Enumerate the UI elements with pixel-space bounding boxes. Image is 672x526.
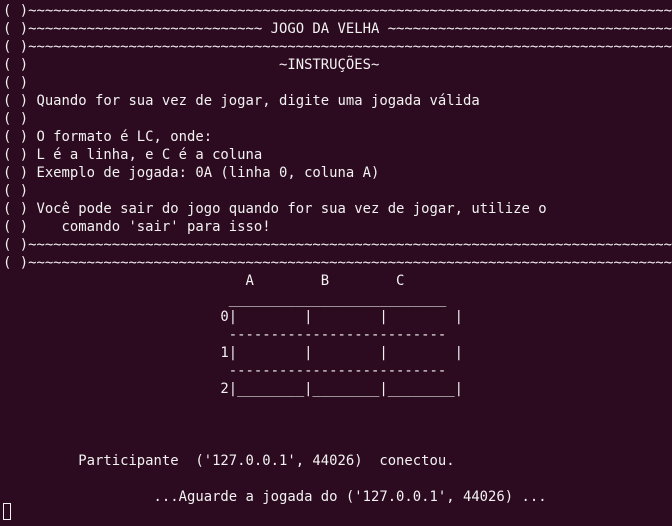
banner-blank-line: ( ) |	[3, 75, 29, 91]
banner-border: ( )~~~~~~~~~~~~~~~~~~~~~~~~~~~~~~~~~~~~~…	[3, 39, 672, 55]
board-column-headers: A B C	[3, 273, 405, 289]
terminal-cursor	[3, 503, 11, 520]
banner-top-border: ( )~~~~~~~~~~~~~~~~~~~~~~~~~~~~~~~~~~~~~…	[3, 3, 672, 19]
terminal-window[interactable]: ( )~~~~~~~~~~~~~~~~~~~~~~~~~~~~~~~~~~~~~…	[0, 0, 672, 526]
banner-border: ( )~~~~~~~~~~~~~~~~~~~~~~~~~~~~~~~~~~~~~…	[3, 237, 672, 253]
instruction-line: ( ) O formato é LC, onde: |	[3, 129, 672, 145]
instruction-line: ( ) Exemplo de jogada: 0A (linha 0, colu…	[3, 165, 672, 181]
board-row-2: 2|________|________|________|	[3, 381, 463, 397]
instruction-line: ( ) Quando for sua vez de jogar, digite …	[3, 93, 480, 109]
instruction-line: ( ) Você pode sair do jogo quando for su…	[3, 201, 547, 217]
instructions-heading: ( ) ~INSTRUÇÕES~ |	[3, 57, 380, 73]
board-row-1: 1| | | |	[3, 345, 463, 361]
board-top-edge: __________________________	[3, 291, 447, 307]
board-row-separator: --------------------------	[3, 327, 447, 343]
waiting-message: ...Aguarde a jogada do ('127.0.0.1', 440…	[3, 489, 547, 505]
board-row-separator: --------------------------	[3, 363, 447, 379]
board-row-0: 0| | | |	[3, 309, 463, 325]
instruction-line: ( ) comando 'sair' para isso! |	[3, 219, 271, 235]
banner-blank-line: ( ) |	[3, 183, 29, 199]
banner-title: ( )~~~~~~~~~~~~~~~~~~~~~~~~~~~~ JOGO DA …	[3, 21, 672, 37]
connection-message: Participante ('127.0.0.1', 44026) conect…	[3, 453, 455, 469]
banner-blank-line: ( ) |	[3, 111, 29, 127]
banner-bottom-border: ( )~~~~~~~~~~~~~~~~~~~~~~~~~~~~~~~~~~~~~…	[3, 255, 672, 271]
instruction-line: ( ) L é a linha, e C é a coluna |	[3, 147, 263, 163]
